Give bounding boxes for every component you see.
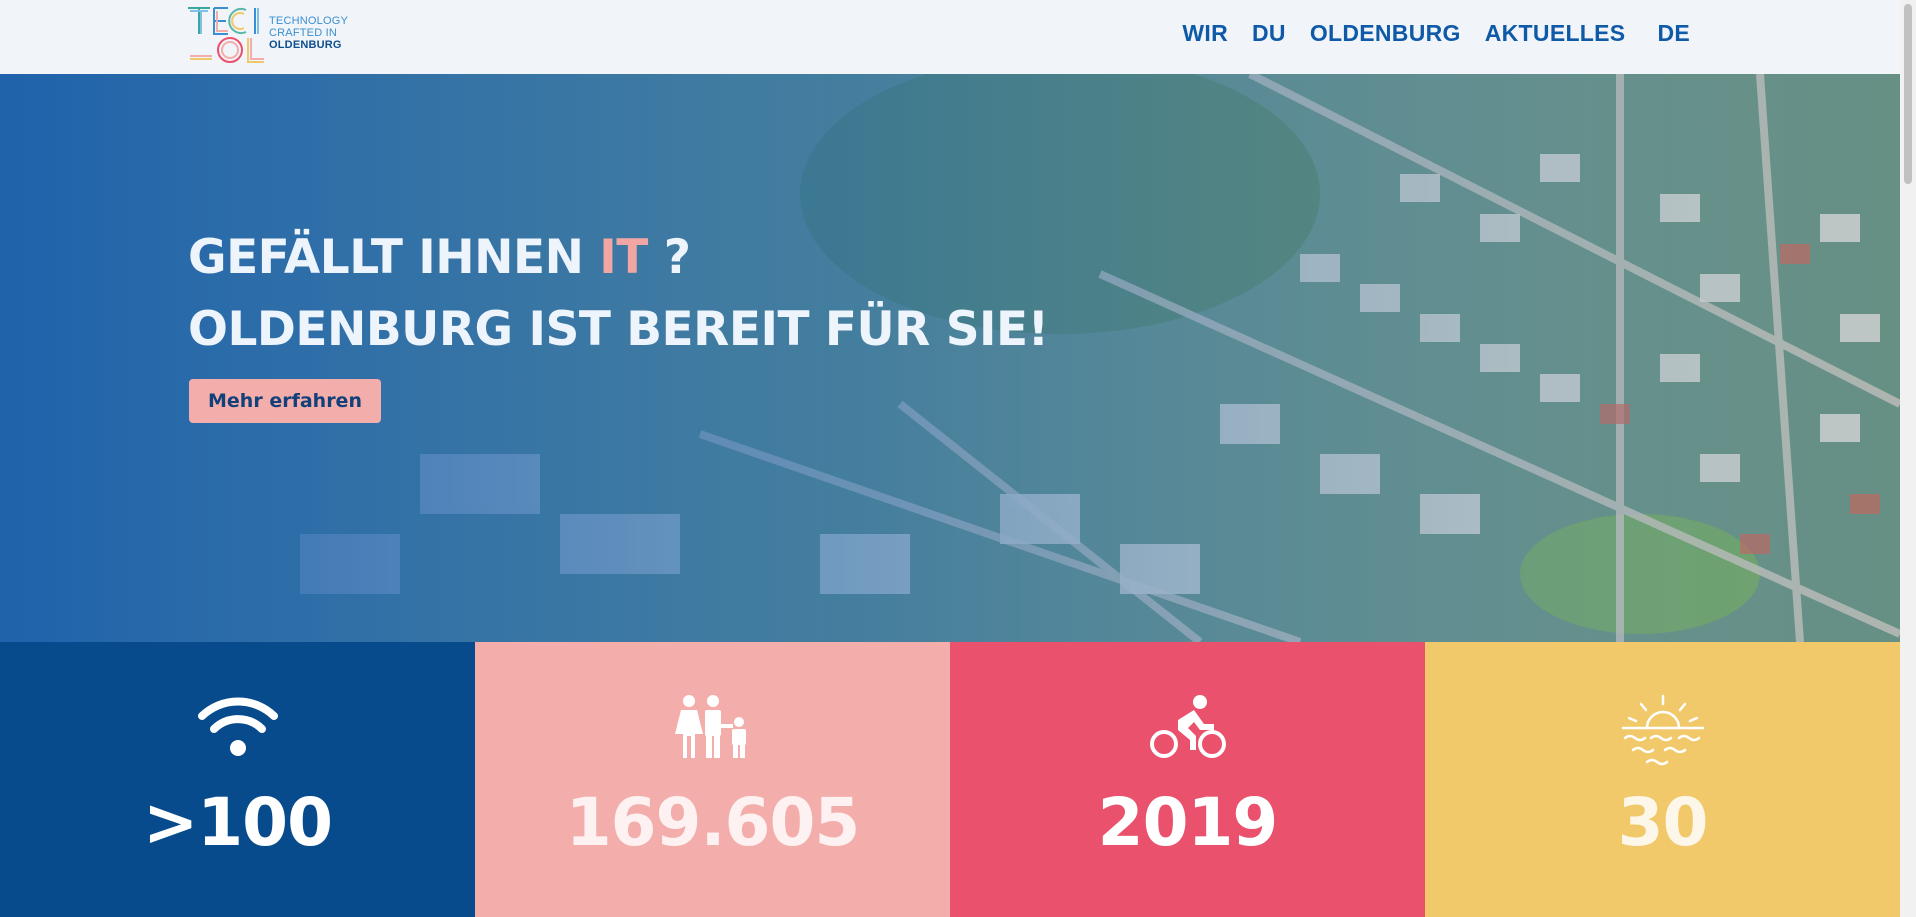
site-logo[interactable]: TECHNOLOGY CRAFTED IN OLDENBURG <box>188 6 378 66</box>
stat-tile-internet: >100 <box>0 642 475 917</box>
stat-value-internet: >100 <box>142 784 333 861</box>
hero-headline-line2: OLDENBURG IST BEREIT FÜR SIE! <box>188 302 1049 357</box>
stat-tile-cycling: 2019 <box>950 642 1425 917</box>
nav-item-oldenburg[interactable]: OLDENBURG <box>1310 20 1461 47</box>
logo-tagline-line3: OLDENBURG <box>269 39 342 51</box>
nav-item-wir[interactable]: WIR <box>1182 20 1228 47</box>
hero-headline: GEFÄLLT IHNEN IT ? OLDENBURG IST BEREIT … <box>188 222 1049 366</box>
stat-value-climate: 30 <box>1617 784 1709 861</box>
family-icon <box>674 695 746 758</box>
logo-mark-icon <box>188 7 264 63</box>
site-header: TECHNOLOGY CRAFTED IN OLDENBURG WIR DU O… <box>0 0 1900 74</box>
language-switcher[interactable]: DE <box>1657 20 1690 47</box>
hero-section: GEFÄLLT IHNEN IT ? OLDENBURG IST BEREIT … <box>0 74 1900 642</box>
logo-tagline: TECHNOLOGY CRAFTED IN OLDENBURG <box>269 15 348 51</box>
hero-headline-accent: IT <box>599 230 648 285</box>
bicycle-icon <box>1149 695 1226 758</box>
scrollbar-thumb[interactable] <box>1904 4 1912 184</box>
hero-headline-prefix: GEFÄLLT IHNEN <box>188 230 600 285</box>
stat-tile-population: 169.605 <box>475 642 950 917</box>
page-scrollbar[interactable] <box>1900 0 1916 917</box>
sunset-icon <box>1621 694 1704 766</box>
nav-item-du[interactable]: DU <box>1252 20 1286 47</box>
stat-tile-climate: 30 <box>1425 642 1900 917</box>
hero-headline-line1: GEFÄLLT IHNEN IT ? <box>188 222 1049 294</box>
hero-headline-suffix: ? <box>647 230 691 285</box>
logo-tagline-line1: TECHNOLOGY <box>269 15 349 27</box>
main-nav: WIR DU OLDENBURG AKTUELLES DE <box>1158 20 1690 47</box>
stats-section: >100 169.605 2019 30 <box>0 642 1900 917</box>
learn-more-button[interactable]: Mehr erfahren <box>189 379 381 423</box>
nav-item-aktuelles[interactable]: AKTUELLES <box>1485 20 1626 47</box>
stat-value-cycling: 2019 <box>1097 784 1279 861</box>
wifi-icon <box>197 697 278 756</box>
logo-tagline-line2: CRAFTED IN <box>269 27 337 39</box>
stat-value-population: 169.605 <box>565 784 861 861</box>
